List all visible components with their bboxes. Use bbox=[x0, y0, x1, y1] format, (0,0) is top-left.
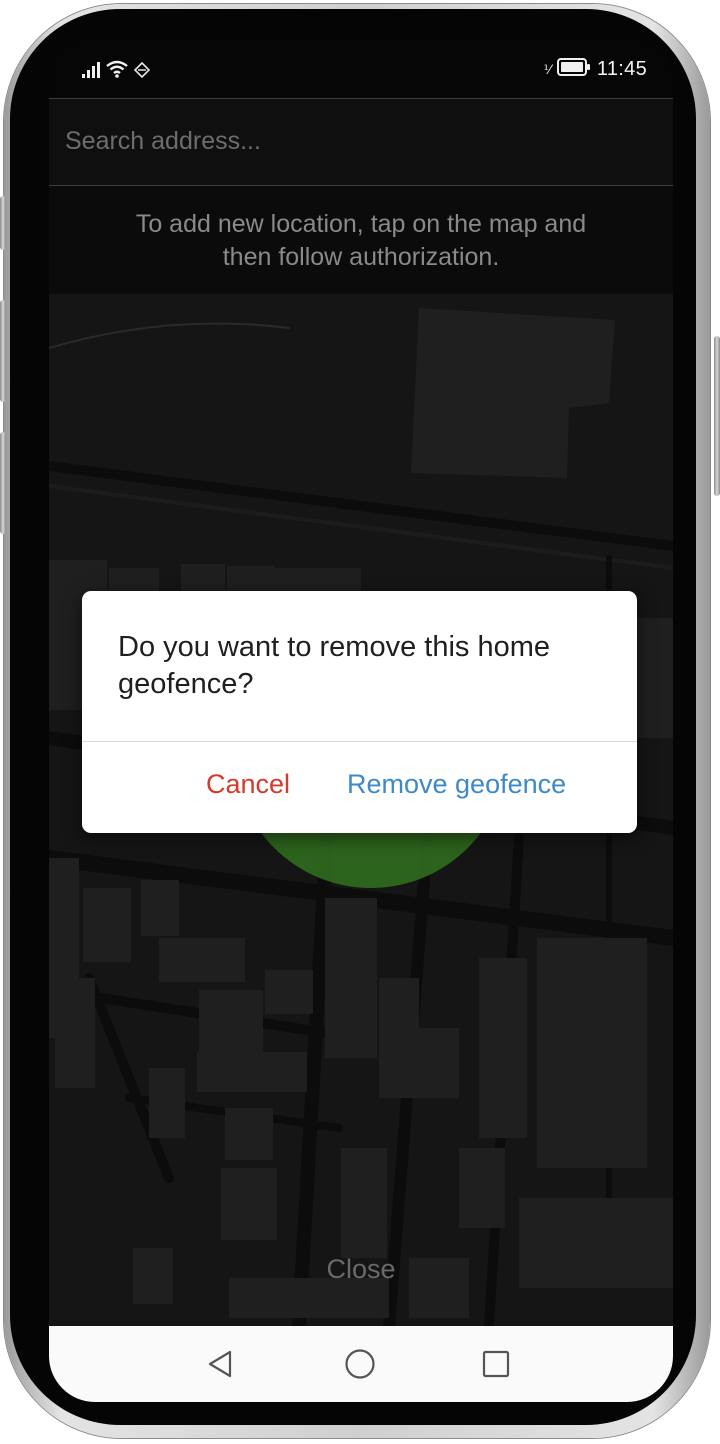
remove-geofence-button[interactable]: Remove geofence bbox=[347, 769, 566, 800]
hint-text: To add new location, tap on the map and … bbox=[135, 210, 587, 271]
status-time: 11:45 bbox=[596, 58, 647, 80]
power-button bbox=[714, 336, 720, 496]
navigation-bar bbox=[49, 1326, 673, 1402]
search-address-input[interactable] bbox=[65, 121, 645, 161]
recents-icon[interactable] bbox=[476, 1344, 516, 1384]
dialog-divider bbox=[82, 741, 637, 742]
vibrate-icon: ⅟ bbox=[543, 61, 551, 77]
battery-icon bbox=[556, 58, 591, 81]
status-bar: ⅟ 11:45 bbox=[49, 40, 673, 98]
data-saver-icon bbox=[133, 61, 151, 83]
hint-banner: To add new location, tap on the map and … bbox=[49, 186, 673, 294]
cancel-button[interactable]: Cancel bbox=[206, 769, 290, 800]
volume-button bbox=[0, 300, 6, 402]
volume-button bbox=[0, 196, 6, 250]
home-icon[interactable] bbox=[340, 1344, 380, 1384]
wifi-icon bbox=[106, 60, 128, 83]
search-bar bbox=[49, 98, 673, 186]
signal-icon bbox=[82, 62, 100, 83]
remove-geofence-dialog: Do you want to remove this home geofence… bbox=[82, 591, 637, 833]
back-icon[interactable] bbox=[201, 1344, 241, 1384]
volume-button bbox=[0, 432, 6, 534]
screen: ⅟ 11:45 To add new location, tap on the … bbox=[49, 40, 673, 1402]
dialog-message: Do you want to remove this home geofence… bbox=[118, 631, 550, 700]
close-button[interactable]: Close bbox=[49, 1254, 673, 1285]
